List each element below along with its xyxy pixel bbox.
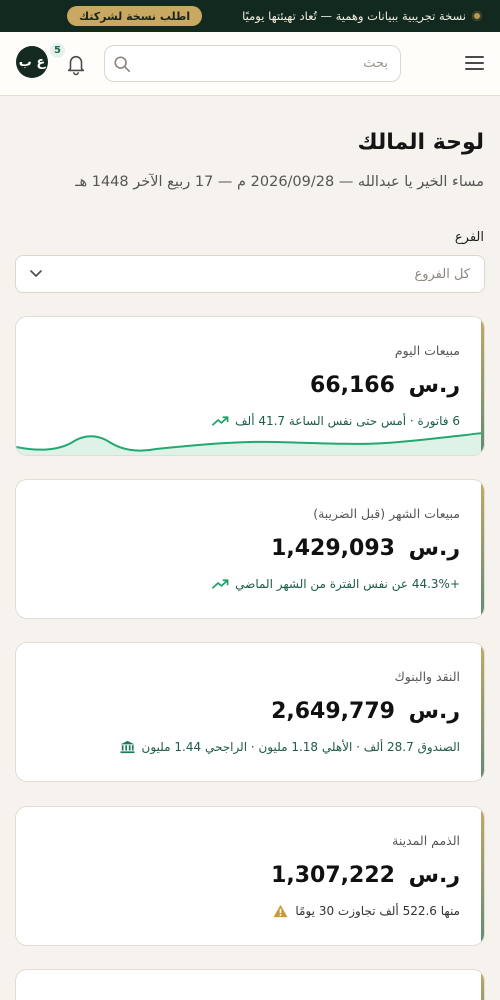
kpi-value: 2,649,779 ر.س (271, 699, 460, 724)
branch-selected-value: كل الفروع (414, 266, 470, 282)
kpi-title: النقد والبنوك (394, 669, 460, 684)
branch-filter-label: الفرع (454, 230, 484, 245)
kpi-subtext-label: +44.3% عن نفس الفترة من الشهر الماضي (235, 577, 460, 591)
kpi-currency: ر.س (408, 373, 460, 398)
kpi-subtext-label: الصندوق 28.7 ألف · الأهلي 1.18 مليون · ا… (141, 740, 460, 754)
kpi-amount: 2,649,779 (271, 699, 395, 724)
search-icon (114, 55, 131, 72)
chevron-down-icon (30, 270, 42, 277)
menu-icon[interactable] (464, 52, 484, 76)
bank-icon (120, 740, 135, 754)
bell-icon[interactable] (65, 52, 87, 76)
kpi-amount: 1,429,093 (271, 536, 395, 561)
kpi-card-partial[interactable] (15, 969, 485, 1000)
banner-text: نسخة تجريبية ببيانات وهمية — تُعاد تهيئت… (242, 9, 466, 23)
kpi-currency: ر.س (408, 863, 460, 888)
search-input[interactable] (131, 56, 388, 71)
warning-icon (273, 904, 288, 918)
kpi-value: 1,429,093 ر.س (271, 536, 460, 561)
kpi-card-cash-banks[interactable]: النقد والبنوك 2,649,779 ر.س الصندوق 28.7… (15, 642, 485, 782)
kpi-value: 66,166 ر.س (310, 373, 460, 398)
sales-sparkline (16, 432, 484, 455)
branch-select[interactable]: كل الفروع (15, 255, 485, 293)
kpi-title: الذمم المدينة (392, 833, 460, 848)
kpi-subtext: الصندوق 28.7 ألف · الأهلي 1.18 مليون · ا… (119, 740, 460, 754)
kpi-card-today-sales[interactable]: مبيعات اليوم 66,166 ر.س 6 فاتورة · أمس ح… (15, 316, 485, 456)
kpi-title: مبيعات اليوم (394, 343, 460, 358)
status-dot-icon (472, 11, 482, 21)
kpi-subtext-label: منها 522.6 ألف تجاوزت 30 يومًا (295, 904, 460, 918)
kpi-subtext: منها 522.6 ألف تجاوزت 30 يومًا (272, 904, 460, 918)
kpi-card-receivables[interactable]: الذمم المدينة 1,307,222 ر.س منها 522.6 أ… (15, 806, 485, 946)
top-header (0, 32, 500, 96)
kpi-card-month-sales[interactable]: مبيعات الشهر (قبل الضريبة) 1,429,093 ر.س… (15, 479, 485, 619)
request-copy-button[interactable]: اطلب نسخة لشركتك (67, 6, 203, 26)
kpi-amount: 1,307,222 (271, 863, 395, 888)
kpi-title: مبيعات الشهر (قبل الضريبة) (313, 506, 460, 521)
kpi-amount: 66,166 (310, 373, 395, 398)
kpi-subtext: +44.3% عن نفس الفترة من الشهر الماضي (212, 577, 460, 591)
notification-badge: 5 (49, 42, 66, 59)
kpi-currency: ر.س (408, 699, 460, 724)
page-title: لوحة المالك (357, 130, 484, 155)
kpi-value: 1,307,222 ر.س (271, 863, 460, 888)
trend-up-icon (212, 579, 229, 589)
search-box[interactable] (104, 45, 401, 82)
banner-message: نسخة تجريبية ببيانات وهمية — تُعاد تهيئت… (242, 9, 482, 23)
user-avatar[interactable]: ع ب (16, 46, 48, 78)
kpi-currency: ر.س (408, 536, 460, 561)
greeting-text: مساء الخير يا عبدالله — 2026/09/28 م — 1… (75, 174, 484, 190)
